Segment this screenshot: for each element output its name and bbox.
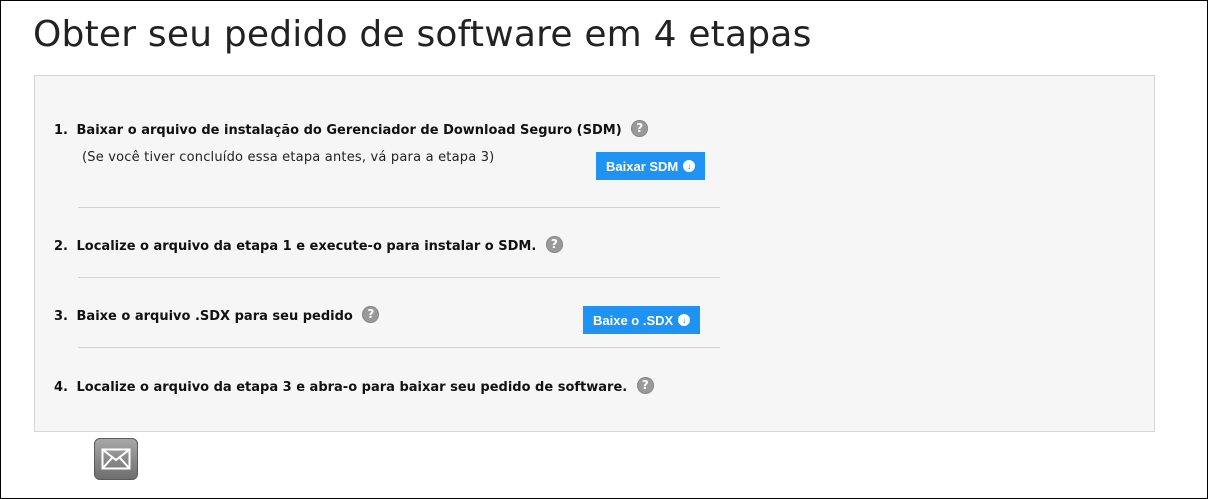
step-1-note: (Se você tiver concluído essa etapa ante… <box>82 150 495 165</box>
step-2-number: 2. <box>54 239 68 254</box>
email-button[interactable] <box>94 438 138 480</box>
help-icon[interactable]: ? <box>362 306 380 323</box>
divider <box>78 277 720 278</box>
download-sdm-button[interactable]: Baixar SDM ↓ <box>596 152 706 180</box>
divider <box>78 207 720 208</box>
step-2-text: Localize o arquivo da etapa 1 e execute-… <box>76 239 537 254</box>
divider <box>78 347 720 348</box>
info-icon: ↓ <box>678 314 691 326</box>
step-4: 4. Localize o arquivo da etapa 3 e abra-… <box>54 377 654 395</box>
step-3-text: Baixe o arquivo .SDX para seu pedido <box>76 309 353 324</box>
step-3: 3. Baixe o arquivo .SDX para seu pedido … <box>54 306 380 324</box>
download-sdm-label: Baixar SDM <box>606 158 679 174</box>
step-1: 1. Baixar o arquivo de instalação do Ger… <box>54 120 649 138</box>
download-sdx-label: Baixe o .SDX <box>593 312 674 328</box>
help-icon[interactable]: ? <box>636 377 654 394</box>
step-2: 2. Localize o arquivo da etapa 1 e execu… <box>54 236 563 254</box>
help-icon[interactable]: ? <box>631 120 649 137</box>
step-3-number: 3. <box>54 309 68 324</box>
info-icon: ↓ <box>683 160 696 172</box>
page-title: Obter seu pedido de software em 4 etapas <box>33 14 812 55</box>
envelope-icon <box>101 448 131 470</box>
help-icon[interactable]: ? <box>545 236 563 253</box>
step-4-number: 4. <box>54 380 68 395</box>
step-4-text: Localize o arquivo da etapa 3 e abra-o p… <box>76 380 628 395</box>
step-1-text: Baixar o arquivo de instalação do Gerenc… <box>76 123 622 138</box>
step-1-number: 1. <box>54 123 68 138</box>
download-sdx-button[interactable]: Baixe o .SDX ↓ <box>583 306 701 334</box>
steps-panel: 1. Baixar o arquivo de instalação do Ger… <box>34 75 1155 432</box>
